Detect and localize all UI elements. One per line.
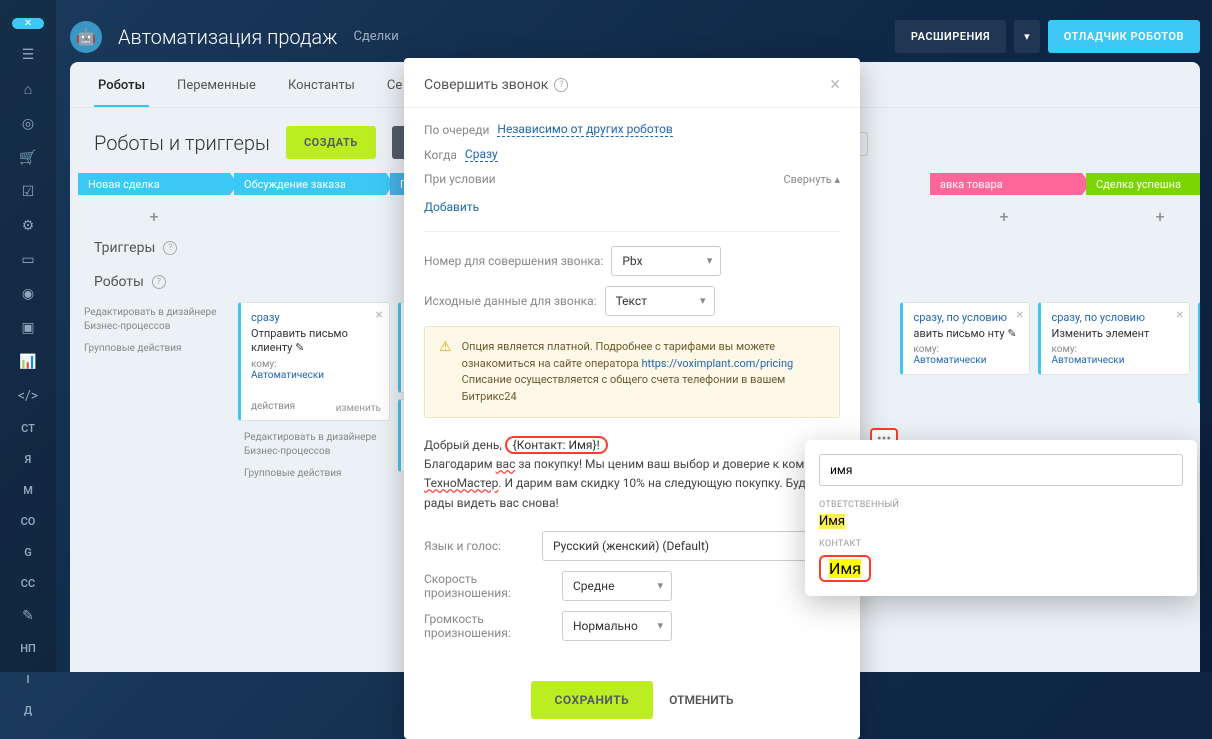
robot-card-1[interactable]: × сразу Отправить письмо клиенту ✎ кому:… — [238, 302, 390, 421]
sidebar-ya[interactable]: Я — [25, 453, 32, 466]
sidebar-ct[interactable]: СТ — [21, 422, 35, 435]
sidebar-cc[interactable]: CC — [21, 577, 35, 590]
speed-select[interactable]: Средне — [562, 571, 672, 601]
sidebar-d[interactable]: Д — [24, 704, 32, 717]
extensions-dropdown[interactable]: ▾ — [1014, 20, 1040, 53]
meta-group[interactable]: Групповые действия — [78, 338, 230, 360]
warning-icon: ⚠ — [439, 339, 452, 405]
add-trigger-6[interactable]: + — [1084, 207, 1200, 226]
triggers-label: Триггеры — [94, 240, 155, 256]
sidebar-collapse[interactable]: ✕ — [12, 18, 44, 29]
tab-se[interactable]: Се — [383, 78, 406, 107]
sidebar-m[interactable]: М — [23, 484, 33, 497]
pricing-link[interactable]: https://voximplant.com/pricing — [641, 357, 793, 370]
modal-help-icon[interactable]: ? — [554, 78, 568, 92]
close-icon[interactable]: × — [1016, 307, 1023, 323]
sidebar-i[interactable]: I — [26, 673, 29, 686]
stage-new[interactable]: Новая сделка — [78, 173, 230, 195]
cancel-button[interactable]: ОТМЕНИТЬ — [669, 693, 733, 707]
number-select[interactable]: Pbx — [611, 246, 721, 276]
tab-robots[interactable]: Роботы — [94, 78, 149, 107]
contact-icon[interactable]: ▭ — [16, 252, 40, 268]
lang-select[interactable]: Русский (женский) (Default) — [542, 531, 840, 561]
search-input[interactable] — [819, 454, 1183, 486]
call-modal: Совершить звонок ? × По очереди Независи… — [404, 58, 860, 739]
chart-icon[interactable]: 📊 — [16, 354, 40, 370]
page-title: Автоматизация продаж — [118, 25, 337, 49]
target-icon[interactable]: ◎ — [16, 116, 40, 132]
folder-icon[interactable]: ▣ — [16, 320, 40, 336]
contact-tag[interactable]: {Контакт: Имя}! — [505, 436, 608, 454]
stage-discuss[interactable]: Обсуждение заказа — [234, 173, 386, 195]
section-title: Роботы и триггеры — [94, 131, 270, 155]
sidebar-np[interactable]: НП — [20, 642, 36, 655]
queue-link[interactable]: Независимо от других роботов — [497, 122, 672, 137]
collapse-link[interactable]: Свернуть ▴ — [783, 173, 840, 186]
source-select[interactable]: Текст — [605, 286, 715, 316]
robots-label: Роботы — [94, 274, 144, 290]
robot-card-6[interactable]: сразу, по у Удалить элем процесса кому: … — [1198, 302, 1200, 404]
when-link[interactable]: Сразу — [465, 147, 498, 162]
field-picker-popup: ОТВЕТСТВЕННЫЙ Имя КОНТАКТ Имя — [805, 440, 1197, 596]
stage-success[interactable]: Сделка успешна — [1086, 173, 1200, 195]
item-responsible-name[interactable]: Имя — [819, 512, 1183, 531]
settings-icon[interactable]: ⚙ — [16, 218, 40, 234]
stage-delivery[interactable]: авка товара — [930, 173, 1082, 195]
meta-group2[interactable]: Групповые действия — [238, 463, 390, 485]
home-icon[interactable]: ⌂ — [16, 81, 40, 98]
tab-variables[interactable]: Переменные — [173, 78, 260, 107]
sidebar-g[interactable]: G — [24, 546, 32, 559]
sidebar-co[interactable]: CO — [21, 515, 36, 528]
group-contact: КОНТАКТ — [819, 539, 1183, 549]
modal-close[interactable]: × — [830, 74, 840, 95]
volume-select[interactable]: Нормально — [562, 611, 672, 641]
add-trigger-5[interactable]: + — [928, 207, 1080, 226]
meta-designer[interactable]: Редактировать в дизайнере Бизнес-процесс… — [78, 302, 230, 338]
create-button[interactable]: СОЗДАТЬ — [286, 126, 376, 159]
help-icon2[interactable]: ? — [152, 275, 166, 289]
help-icon[interactable]: ? — [163, 241, 177, 255]
filter-icon[interactable]: ☰ — [16, 47, 40, 63]
close-icon[interactable]: × — [1176, 307, 1183, 323]
warning-box: ⚠ Опция является платной. Подробнее с та… — [424, 326, 840, 418]
add-condition[interactable]: Добавить — [424, 196, 840, 227]
extensions-button[interactable]: РАСШИРЕНИЯ — [895, 20, 1006, 53]
code-icon[interactable]: </> — [16, 388, 40, 404]
cart-icon[interactable]: 🛒 — [16, 150, 40, 166]
meta-designer2[interactable]: Редактировать в дизайнере Бизнес-процесс… — [238, 427, 390, 463]
close-icon[interactable]: × — [376, 307, 383, 323]
page-subtitle[interactable]: Сделки — [353, 29, 398, 44]
add-trigger-1[interactable]: + — [78, 207, 230, 226]
modal-title: Совершить звонок — [424, 77, 548, 93]
item-contact-name[interactable]: Имя — [819, 555, 871, 582]
check-icon[interactable]: ☑ — [16, 184, 40, 200]
app-icon: 🤖 — [70, 21, 102, 53]
android-icon[interactable]: ◉ — [16, 286, 40, 302]
message-text[interactable]: Добрый день, {Контакт: Имя}! Благодарим … — [424, 428, 840, 521]
debug-button[interactable]: ОТЛАДЧИК РОБОТОВ — [1048, 20, 1200, 53]
save-button[interactable]: СОХРАНИТЬ — [531, 681, 654, 719]
robot-card-5[interactable]: × сразу, по условию Изменить элемент ком… — [1038, 302, 1190, 375]
group-responsible: ОТВЕТСТВЕННЫЙ — [819, 500, 1183, 510]
robot-card-4[interactable]: × сразу, по условию авить письмо нту ✎ к… — [900, 302, 1030, 375]
edit-icon[interactable]: ✎ — [16, 608, 40, 624]
tab-constants[interactable]: Константы — [284, 78, 359, 107]
